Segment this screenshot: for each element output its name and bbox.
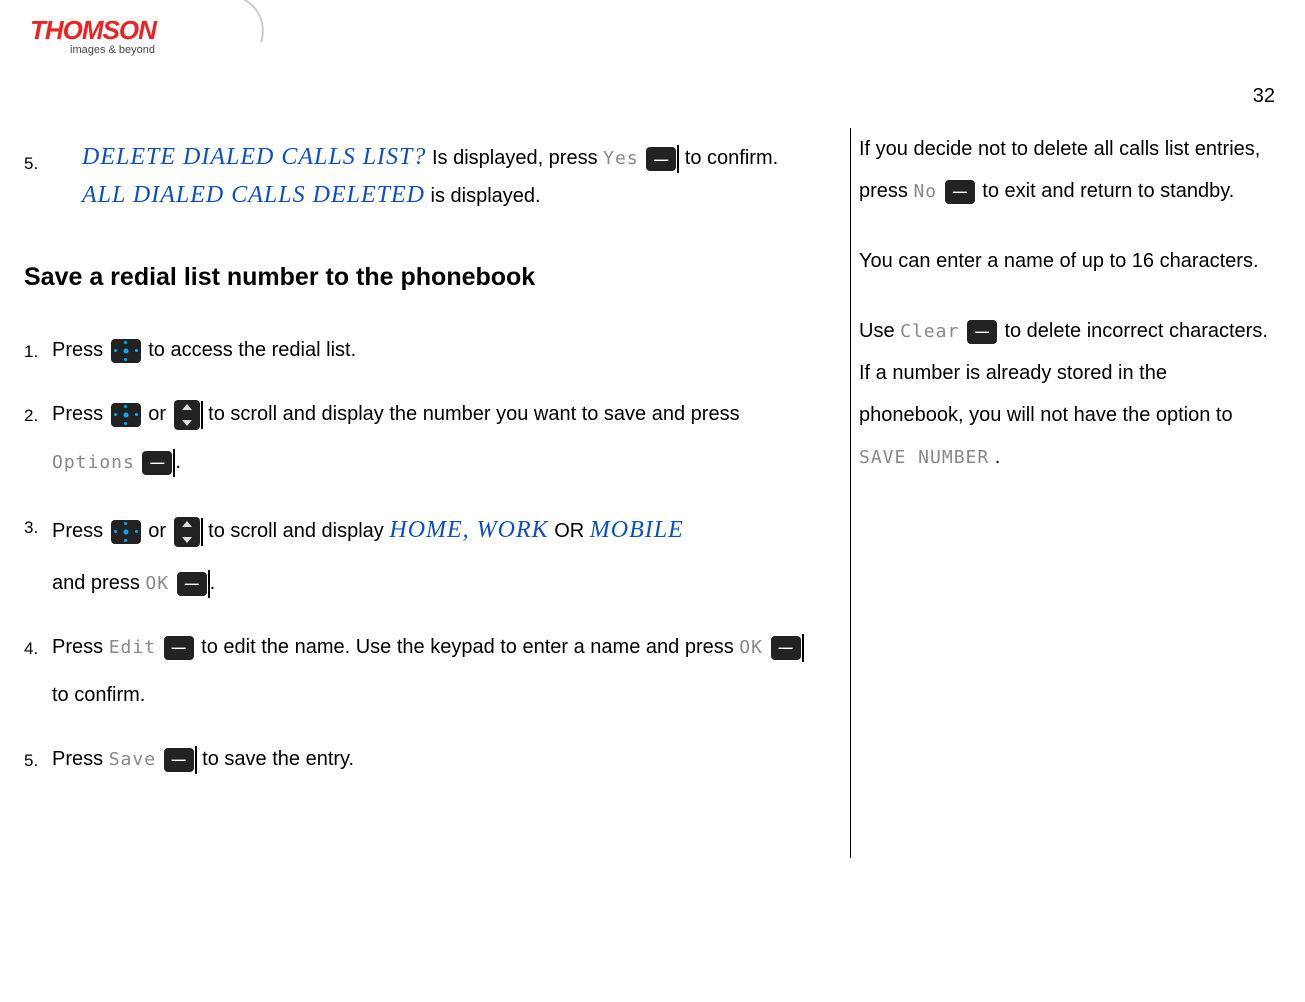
step-item: 5. Press Save — to save the entry. (24, 735, 820, 783)
softkey-button-icon: — (646, 147, 676, 171)
softkey-button-icon: — (177, 572, 207, 596)
step-number: 1. (24, 326, 52, 362)
nav-pad-icon (111, 339, 141, 363)
step-body: Press Save — to save the entry. (52, 735, 820, 783)
main-column: 5. DELETE DIALED CALLS LIST? Is displaye… (24, 138, 820, 799)
step-item: 1. Press to access the redial list. (24, 326, 820, 374)
key-edge-icon (201, 401, 203, 429)
softkey-label: OK (739, 637, 763, 658)
key-edge-icon (802, 634, 804, 662)
softkey-label: Clear (900, 321, 959, 342)
softkey-label: Edit (109, 637, 156, 658)
softkey-label: Options (52, 452, 135, 473)
side-note: If you decide not to delete all calls li… (859, 128, 1270, 212)
step-number: 5. (24, 735, 52, 771)
softkey-label: OK (145, 573, 169, 594)
step-body: Press or to scroll and display the numbe… (52, 390, 820, 486)
side-note: You can enter a name of up to 16 charact… (859, 240, 1270, 282)
step-item: 5. DELETE DIALED CALLS LIST? Is displaye… (24, 138, 820, 215)
lcd-option: MOBILE (590, 517, 684, 543)
step-number: 2. (24, 390, 52, 426)
step-body: Press to access the redial list. (52, 326, 820, 374)
key-edge-icon (195, 746, 197, 774)
scroll-updown-icon (174, 400, 200, 430)
softkey-button-icon: — (142, 451, 172, 475)
softkey-label: Yes (603, 148, 639, 169)
nav-pad-icon (111, 403, 141, 427)
key-edge-icon (201, 518, 203, 546)
softkey-label: No (913, 181, 937, 202)
softkey-button-icon: — (164, 748, 194, 772)
side-column: If you decide not to delete all calls li… (850, 128, 1270, 858)
softkey-button-icon: — (771, 636, 801, 660)
section-heading: Save a redial list number to the phonebo… (24, 263, 820, 292)
step-body: DELETE DIALED CALLS LIST? Is displayed, … (52, 138, 820, 215)
step-item: 2. Press or to scroll and display the nu… (24, 390, 820, 486)
lcd-prompt: DELETE DIALED CALLS LIST? (82, 144, 426, 170)
brand-logo: THOMSON images & beyond (30, 15, 230, 80)
softkey-label: Save (109, 749, 156, 770)
lcd-confirm: ALL DIALED CALLS DELETED (82, 182, 425, 208)
step-number: 4. (24, 623, 52, 659)
lcd-text: SAVE NUMBER (859, 447, 989, 468)
step-number: 5. (24, 138, 52, 174)
step-item: 4. Press Edit — to edit the name. Use th… (24, 623, 820, 719)
side-note: If a number is already stored in the pho… (859, 352, 1270, 478)
scroll-updown-icon (174, 517, 200, 547)
step-body: Press Edit — to edit the name. Use the k… (52, 623, 820, 719)
step-number: 3. (24, 502, 52, 538)
nav-pad-icon (111, 520, 141, 544)
side-note: Use Clear — to delete incorrect characte… (859, 310, 1270, 352)
softkey-button-icon: — (164, 636, 194, 660)
page-number: 32 (1253, 85, 1275, 108)
step-item: 3. Press or to scroll and display HOME, … (24, 502, 820, 608)
key-edge-icon (677, 145, 679, 173)
step-body: Press or to scroll and display HOME, WOR… (52, 502, 820, 608)
softkey-button-icon: — (945, 180, 975, 204)
lcd-option: HOME, WORK (389, 517, 548, 543)
softkey-button-icon: — (967, 320, 997, 344)
